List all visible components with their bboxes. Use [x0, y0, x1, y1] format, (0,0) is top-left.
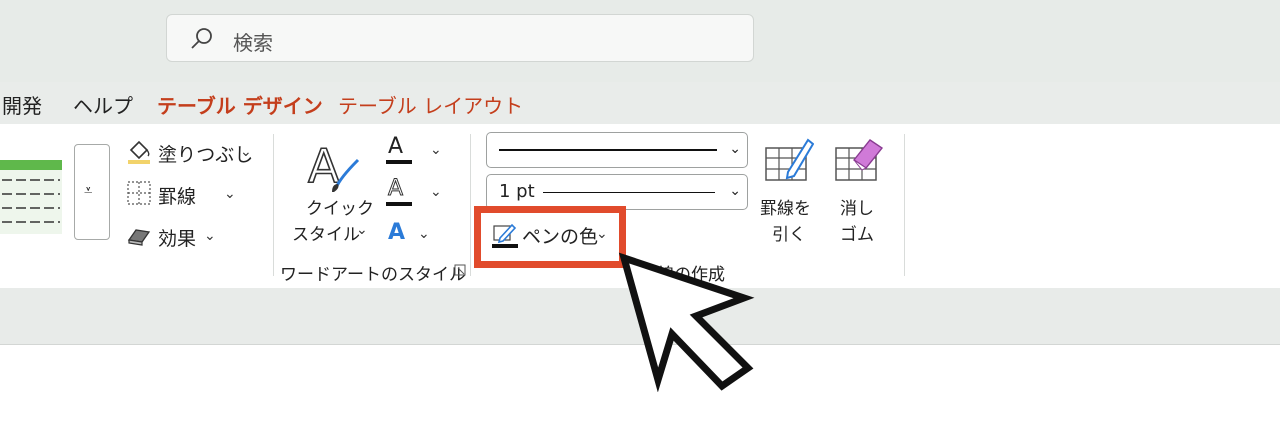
group-separator [273, 134, 274, 276]
text-fill-color-bar [386, 160, 412, 164]
borders-label[interactable]: 罫線 [158, 182, 196, 209]
quick-style-label-1[interactable]: クイック [306, 194, 374, 219]
dialog-launcher-icon[interactable] [454, 264, 466, 276]
tab-table-layout[interactable]: テーブル レイアウト [338, 90, 523, 119]
line-style-dropdown[interactable]: ⌄ [486, 132, 748, 168]
line-weight-dropdown[interactable]: 1 pt ⌄ [486, 174, 748, 210]
group-separator [470, 134, 471, 276]
table-style-gallery[interactable] [0, 160, 62, 234]
gallery-expand-icon: ⩡ [84, 181, 93, 199]
effects-label[interactable]: 効果 [158, 224, 196, 251]
group-separator [904, 134, 905, 276]
tab-developer[interactable]: 開発 [2, 90, 42, 119]
eraser-label-2[interactable]: ゴム [840, 220, 874, 245]
mouse-pointer-icon [618, 252, 755, 392]
line-style-preview [499, 149, 717, 151]
chevron-down-icon[interactable]: ⌄ [356, 222, 368, 238]
eraser-icon [835, 139, 884, 181]
quick-style-label-2[interactable]: スタイル [292, 220, 360, 245]
text-outline-color-bar [386, 202, 412, 206]
chevron-down-icon: ⌄ [729, 141, 741, 157]
quick-styles-icon[interactable]: A [306, 138, 362, 194]
search-placeholder: 検索 [233, 31, 273, 55]
draw-table-label-2[interactable]: 引く [772, 220, 806, 245]
ribbon-tabs: 開発 ヘルプ テーブル デザイン テーブル レイアウト [0, 82, 1280, 127]
chevron-down-icon[interactable]: ⌄ [418, 226, 430, 242]
tab-table-design[interactable]: テーブル デザイン [157, 90, 323, 127]
paint-bucket-icon [128, 140, 150, 164]
text-fill-icon[interactable]: A [388, 134, 403, 159]
chevron-down-icon[interactable]: ⌄ [240, 144, 252, 160]
wordart-group-label: ワードアートのスタイル [280, 265, 466, 285]
borders-icon [127, 181, 151, 205]
tab-help[interactable]: ヘルプ [73, 90, 133, 119]
effects-icon [127, 229, 151, 246]
chevron-down-icon[interactable]: ⌄ [430, 184, 442, 200]
chevron-down-icon[interactable]: ⌄ [430, 142, 442, 158]
gallery-more-button[interactable]: ⩡ [74, 144, 110, 240]
draw-table-icon [765, 138, 814, 181]
line-weight-preview [543, 192, 715, 193]
title-bar: 検索 [0, 0, 1280, 82]
shading-label[interactable]: 塗りつぶし [158, 140, 253, 167]
chevron-down-icon[interactable]: ⌄ [224, 186, 236, 202]
text-effects-icon[interactable]: A [388, 220, 405, 245]
draw-table-label-1[interactable]: 罫線を [760, 194, 811, 219]
chevron-down-icon[interactable]: ⌄ [204, 228, 216, 244]
line-weight-value: 1 pt [499, 181, 535, 202]
eraser-label-1[interactable]: 消し [840, 194, 874, 219]
text-outline-icon[interactable]: A [387, 176, 403, 202]
chevron-down-icon: ⌄ [729, 183, 741, 199]
search-icon [191, 28, 212, 49]
search-box[interactable]: 検索 [166, 14, 754, 62]
pen-color-highlight [474, 206, 626, 268]
